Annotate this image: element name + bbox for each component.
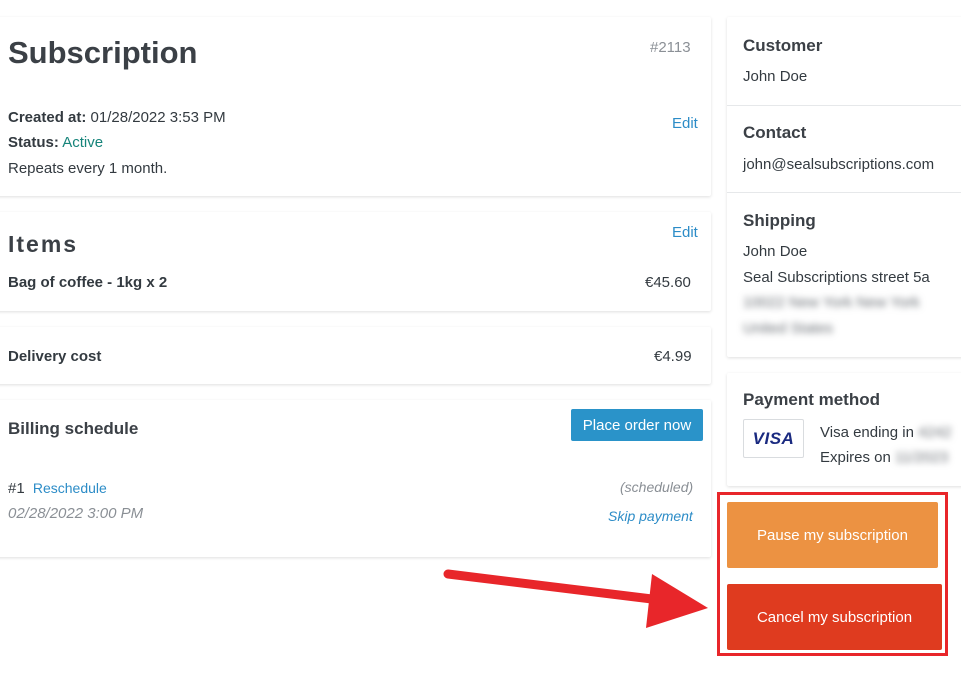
status-label: Status: (8, 134, 59, 151)
divider (727, 192, 961, 193)
edit-subscription-link[interactable]: Edit (672, 115, 698, 132)
delivery-label: Delivery cost (8, 348, 102, 365)
contact-email: john@sealsubscriptions.com (743, 156, 935, 173)
visa-card-icon: VISA (743, 419, 804, 458)
highlight-box (717, 492, 948, 656)
billing-entry-state: (scheduled) (620, 479, 694, 495)
page-title: Subscription (8, 35, 198, 70)
billing-entry-index: #1 (8, 480, 25, 497)
payment-card: Payment method VISA Visa ending in 4242 … (727, 373, 961, 486)
repeat-info: Repeats every 1 month. (8, 160, 168, 177)
card-expires-row: Expires on 11/2023 (820, 449, 948, 466)
customer-name: John Doe (743, 68, 808, 85)
shipping-title: Shipping (743, 211, 816, 230)
reschedule-link[interactable]: Reschedule (33, 480, 107, 496)
card-ending-label: Visa ending in (820, 424, 914, 441)
status-badge: Active (62, 134, 104, 151)
skip-payment-link[interactable]: Skip payment (608, 508, 693, 524)
status-row: Status: Active (8, 134, 103, 151)
created-value: 01/28/2022 3:53 PM (90, 109, 226, 126)
created-label: Created at: (8, 109, 87, 126)
created-row: Created at: 01/28/2022 3:53 PM (8, 109, 226, 126)
edit-items-link[interactable]: Edit (672, 224, 698, 241)
delivery-card: Delivery cost €4.99 (0, 327, 711, 384)
billing-title: Billing schedule (8, 419, 139, 438)
items-title: Items (8, 231, 79, 257)
shipping-name: John Doe (743, 243, 808, 260)
billing-entry: #1 Reschedule (8, 480, 107, 497)
payment-title: Payment method (743, 390, 880, 409)
customer-info-card: Customer John Doe Contact john@sealsubsc… (727, 17, 961, 357)
card-ending-row: Visa ending in 4242 (820, 424, 952, 441)
visa-logo: VISA (752, 428, 795, 448)
card-ending-value: 4242 (918, 424, 952, 441)
card-expires-value: 11/2023 (895, 449, 949, 466)
billing-entry-date: 02/28/2022 3:00 PM (8, 505, 144, 522)
subscription-card: Subscription #2113 Created at: 01/28/202… (0, 17, 711, 196)
customer-title: Customer (743, 36, 823, 55)
shipping-city-line: 10022 New York New York (743, 294, 920, 311)
items-card: Items Edit Bag of coffee - 1kg x 2 €45.6… (0, 212, 711, 311)
place-order-button[interactable]: Place order now (571, 409, 703, 441)
card-expires-label: Expires on (820, 449, 891, 466)
delivery-value: €4.99 (654, 348, 692, 365)
item-price: €45.60 (645, 274, 691, 291)
shipping-street: Seal Subscriptions street 5a (743, 269, 930, 286)
divider (727, 105, 961, 106)
billing-card: Billing schedule Place order now #1 Resc… (0, 400, 711, 557)
contact-title: Contact (743, 123, 807, 142)
shipping-country: United States (743, 320, 834, 337)
subscription-number: #2113 (650, 39, 691, 56)
item-name: Bag of coffee - 1kg x 2 (8, 274, 168, 291)
annotation-arrow-icon (443, 569, 708, 628)
